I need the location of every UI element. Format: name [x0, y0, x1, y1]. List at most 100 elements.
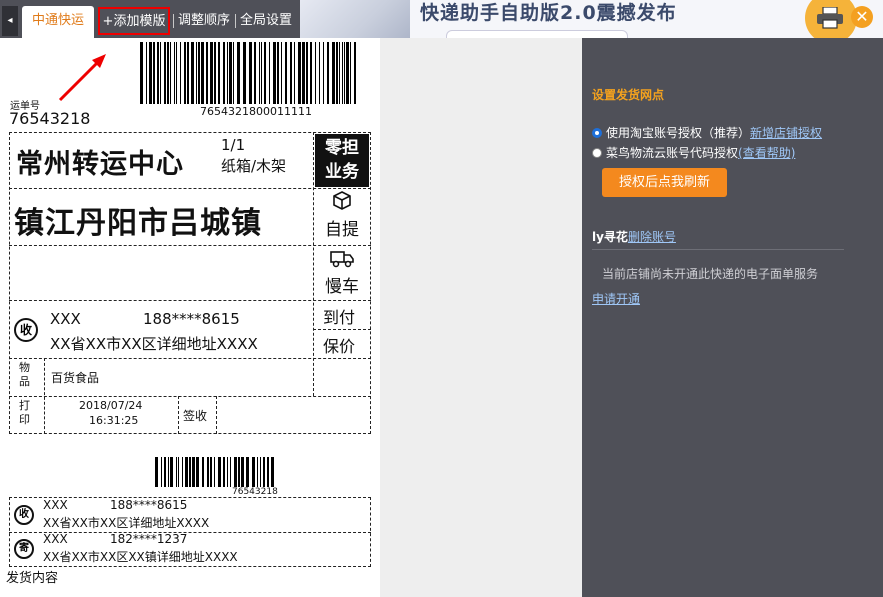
barcode-bar [176, 457, 177, 487]
barcode-bar [294, 42, 295, 104]
barcode-bar [214, 457, 215, 487]
barcode-bar [155, 457, 158, 487]
divider [592, 249, 844, 250]
close-icon[interactable]: ✕ [851, 6, 873, 28]
goods-label: 物品 [19, 361, 30, 389]
barcode-bar [210, 42, 213, 104]
barcode-bar [290, 42, 292, 104]
barcode-bar [198, 42, 200, 104]
barcode-bar [218, 457, 221, 487]
barcode-bar [164, 457, 166, 487]
banner-input-graphic [446, 30, 628, 38]
account-row: ly寻花删除账号 [592, 228, 676, 245]
barcode-bar [223, 457, 225, 487]
barcode-bar [223, 42, 225, 104]
barcode-bar [218, 42, 220, 104]
option-cainiao-row[interactable]: 菜鸟物流云账号代码授权(查看帮助) [592, 144, 882, 161]
barcode-bar [191, 42, 194, 104]
barcode-bar [243, 42, 246, 104]
barcode-bar [233, 42, 234, 104]
delete-account-link[interactable]: 删除账号 [628, 230, 676, 244]
banner-title: 快递助手自助版2.0震撼发布 [420, 2, 677, 24]
print-label-1: 打 [19, 399, 30, 412]
barcode-bar [252, 457, 255, 487]
barcode-bar [202, 457, 204, 487]
barcode-bar [230, 457, 231, 487]
lingdan-text: 零担 [325, 138, 359, 158]
barcode-bar [302, 42, 305, 104]
sender-address: XX省XX市XX区XX镇详细地址XXXX [43, 550, 238, 564]
print-label: 打印 [19, 399, 30, 427]
receiver-phone-2: 188****8615 [110, 498, 188, 512]
destination: 镇江丹阳市吕城镇 [14, 206, 262, 241]
barcode-bar [241, 457, 244, 487]
print-time: 16:31:25 [89, 414, 139, 427]
receiver-name-2: XXX [43, 498, 68, 512]
receiver-name: XXX [50, 310, 81, 328]
receiver-address: XX省XX市XX区详细地址XXXX [50, 335, 258, 353]
barcode-bar [342, 42, 343, 104]
option-taobao-row[interactable]: 使用淘宝账号授权（推荐）新增店铺授权 [592, 124, 882, 141]
barcode-bar [269, 42, 270, 104]
barcode-bar [146, 42, 147, 104]
account-name: ly寻花 [592, 230, 628, 244]
box-icon [333, 191, 351, 210]
goods-label-1: 物 [19, 361, 30, 374]
tab-zhongtong[interactable]: 中通快运 [22, 6, 94, 38]
insured: 保价 [323, 337, 356, 356]
barcode-bar [189, 457, 191, 487]
refresh-auth-button[interactable]: 授权后点我刷新 [602, 168, 727, 197]
separator [235, 14, 236, 28]
barcode-bar [170, 42, 171, 104]
shipment-content: 发货内容 [6, 571, 59, 586]
barcode-bar [332, 42, 335, 104]
barcode-bar [170, 457, 173, 487]
barcode-bar [263, 457, 265, 487]
promo-banner[interactable]: 快递助手自助版2.0震撼发布 [300, 0, 883, 38]
barcode-bar [168, 457, 169, 487]
barcode-bar [271, 457, 274, 487]
barcode-bar [238, 457, 240, 487]
barcode-main [140, 42, 356, 104]
barcode-bar [210, 457, 212, 487]
barcode-bar [160, 42, 161, 104]
barcode-bar [257, 457, 258, 487]
view-help-link[interactable]: (查看帮助) [738, 146, 795, 160]
barcode-secondary-number: 76543218 [232, 487, 278, 497]
barcode-bar [164, 42, 166, 104]
panel-title: 设置发货网点 [592, 88, 665, 102]
plus-icon: + [102, 14, 114, 29]
adjust-order-button[interactable]: 调整顺序 [178, 6, 230, 38]
add-shop-auth-link[interactable]: 新增店铺授权 [750, 126, 822, 140]
apply-link[interactable]: 申请开通 [592, 290, 640, 307]
goods-value: 百货食品 [51, 371, 100, 385]
sender-icon: 寄 [14, 539, 34, 559]
receiver-phone: 188****8615 [143, 310, 240, 328]
package-type: 纸箱/木架 [221, 157, 287, 175]
barcode-bar [214, 42, 216, 104]
add-template-button[interactable]: +添加模版 [98, 7, 170, 35]
global-settings-button[interactable]: 全局设置 [240, 6, 292, 38]
collapse-arrow-icon[interactable]: ◂ [2, 6, 18, 36]
barcode-bar [196, 457, 199, 487]
banner-decoration [300, 0, 410, 38]
barcode-bar [254, 42, 256, 104]
barcode-bar [315, 42, 316, 104]
taobao-option-label: 使用淘宝账号授权（推荐） [606, 126, 751, 140]
barcode-bar [178, 457, 179, 487]
taobao-radio[interactable] [592, 128, 602, 138]
receiver-address-2: XX省XX市XX区详细地址XXXX [43, 516, 210, 530]
barcode-bar [185, 457, 188, 487]
barcode-bar [167, 42, 169, 104]
barcode-bar [346, 42, 349, 104]
barcode-bar [310, 42, 312, 104]
barcode-bar [277, 42, 279, 104]
cainiao-radio[interactable] [592, 148, 602, 158]
pay-on-arrival: 到付 [323, 308, 356, 327]
barcode-bar [174, 42, 175, 104]
barcode-bar [260, 457, 261, 487]
label-preview[interactable]: 7654321800011111 运单号 76543218 常州转运中心 1/1… [0, 38, 380, 597]
barcode-bar [339, 42, 340, 104]
barcode-bar [246, 457, 249, 487]
barcode-bar [323, 42, 324, 104]
